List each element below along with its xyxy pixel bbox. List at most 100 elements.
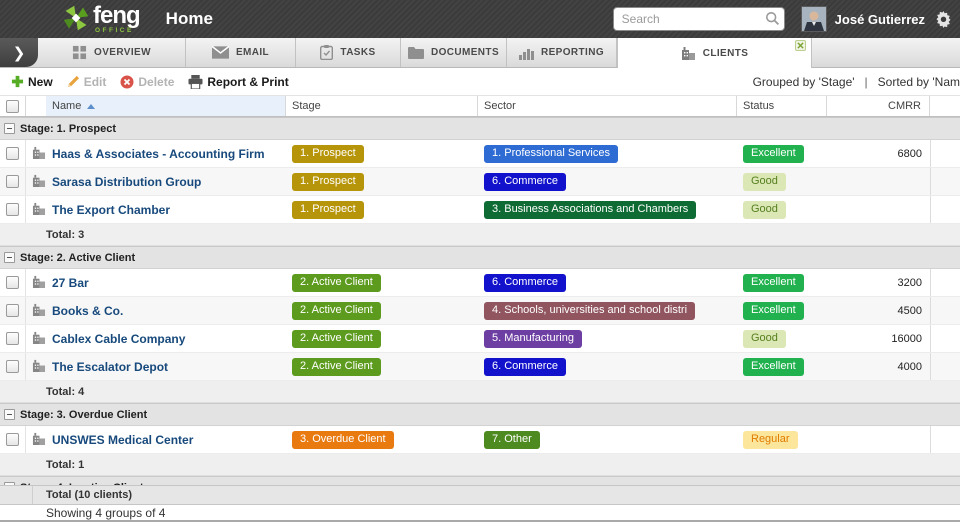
group-header[interactable]: Stage: 1. Prospect — [0, 117, 960, 140]
client-name-link[interactable]: Cablex Cable Company — [52, 332, 185, 346]
select-all-checkbox[interactable] — [6, 100, 19, 113]
sector-badge: 3. Business Associations and Chambers — [484, 201, 696, 219]
cmrr-cell: 3200 — [827, 269, 930, 296]
collapse-group-icon[interactable] — [4, 409, 15, 420]
edit-button[interactable]: Edit — [60, 75, 114, 89]
delete-button[interactable]: Delete — [113, 75, 181, 89]
stage-cell: 3. Overdue Client — [286, 426, 478, 453]
footer-total-label: Total (10 clients) — [33, 489, 132, 501]
company-icon-cell — [26, 196, 46, 223]
client-name-link[interactable]: UNSWES Medical Center — [52, 433, 193, 447]
client-name-link[interactable]: Sarasa Distribution Group — [52, 175, 201, 189]
column-header-sector[interactable]: Sector — [478, 96, 737, 116]
feng-office-logo[interactable]: feng OFFICE — [62, 4, 140, 35]
client-name-link[interactable]: The Escalator Depot — [52, 360, 168, 374]
table-row[interactable]: The Export Chamber 1. Prospect 3. Business… — [0, 196, 960, 224]
table-row[interactable]: Books & Co. 2. Active Client 4. Schools, u… — [0, 297, 960, 325]
company-icon-cell — [26, 325, 46, 352]
tab-tasks[interactable]: TASKS — [296, 38, 401, 67]
sorted-by-text[interactable]: Sorted by 'Nam — [878, 75, 960, 89]
row-checkbox[interactable] — [6, 360, 19, 373]
client-name-link[interactable]: The Export Chamber — [52, 203, 170, 217]
status-cell: Excellent — [737, 140, 827, 167]
stage-badge: 2. Active Client — [292, 302, 381, 320]
table-row[interactable]: Cablex Cable Company2. Active Client5. M… — [0, 325, 960, 353]
row-checkbox[interactable] — [6, 175, 19, 188]
group-header[interactable]: Stage: 4. Inactive Client — [0, 476, 960, 485]
row-checkbox[interactable] — [6, 276, 19, 289]
sector-badge: 1. Professional Services — [484, 145, 618, 163]
tab-label: TASKS — [340, 47, 375, 58]
tab-reporting[interactable]: REPORTING — [507, 38, 617, 67]
column-header-stage[interactable]: Stage — [286, 96, 478, 116]
row-checkbox[interactable] — [6, 332, 19, 345]
company-icon-cell — [26, 168, 46, 195]
collapse-group-icon[interactable] — [4, 482, 15, 485]
grouped-by-text[interactable]: Grouped by 'Stage' — [753, 75, 855, 89]
footer-status-label: Showing 4 groups of 4 — [0, 506, 165, 520]
tab-overview[interactable]: OVERVIEW — [38, 38, 186, 67]
row-checkbox[interactable] — [6, 433, 19, 446]
group-header[interactable]: Stage: 2. Active Client — [0, 246, 960, 269]
company-icon-cell — [26, 269, 46, 296]
client-name-link[interactable]: Haas & Associates - Accounting Firm — [52, 147, 265, 161]
cmrr-cell — [827, 168, 930, 195]
search-icon[interactable] — [765, 11, 780, 26]
user-name[interactable]: José Gutierrez — [835, 12, 925, 27]
column-header-cmrr[interactable]: CMRR — [827, 96, 930, 116]
sector-cell: 4. Schools, universities and school dist… — [478, 297, 737, 324]
partial-group-header-clipped: Stage: 4. Inactive Client — [0, 476, 960, 485]
table-row[interactable]: Sarasa Distribution Group1. Prospect6. C… — [0, 168, 960, 196]
toolbar: New Edit Delete Report & Print Grouped b… — [0, 68, 960, 96]
new-button[interactable]: New — [4, 75, 60, 89]
tab-documents[interactable]: DOCUMENTS — [401, 38, 507, 67]
gear-icon[interactable] — [935, 11, 952, 28]
grid-body: Stage: 1. Prospect Haas & Associates - Ac… — [0, 117, 960, 476]
group-header-label: Stage: 1. Prospect — [20, 123, 116, 135]
group-total-row: Total: 1 — [0, 454, 960, 476]
row-checkbox[interactable] — [6, 304, 19, 317]
client-name-link[interactable]: 27 Bar — [52, 276, 89, 290]
column-label: Name — [52, 100, 81, 112]
stage-cell: 1. Prospect — [286, 140, 478, 167]
collapse-group-icon[interactable] — [4, 252, 15, 263]
column-header-name[interactable]: Name — [46, 96, 286, 116]
status-badge: Good — [743, 201, 786, 219]
row-checkbox-cell — [0, 140, 26, 167]
printer-icon — [188, 75, 203, 89]
sector-badge: 6. Commerce — [484, 274, 566, 292]
sidebar-collapse-button[interactable]: ❯ — [0, 38, 38, 67]
table-row[interactable]: Haas & Associates - Accounting Firm 1. Pr… — [0, 140, 960, 168]
row-checkbox[interactable] — [6, 203, 19, 216]
stage-badge: 2. Active Client — [292, 358, 381, 376]
status-cell: Good — [737, 196, 827, 223]
status-cell: Excellent — [737, 297, 827, 324]
tab-email[interactable]: EMAIL — [186, 38, 296, 67]
tab-close-icon[interactable] — [795, 40, 806, 51]
grid-footer-status: Showing 4 groups of 4 — [0, 505, 960, 520]
group-header-label: Stage: 3. Overdue Client — [20, 409, 147, 421]
collapse-group-icon[interactable] — [4, 123, 15, 134]
column-gutter — [930, 96, 960, 116]
stage-badge: 1. Prospect — [292, 173, 364, 191]
row-checkbox[interactable] — [6, 147, 19, 160]
status-cell: Excellent — [737, 353, 827, 380]
group-header[interactable]: Stage: 3. Overdue Client — [0, 403, 960, 426]
table-row[interactable]: The Escalator Depot2. Active Client6. Co… — [0, 353, 960, 381]
column-header-status[interactable]: Status — [737, 96, 827, 116]
table-row[interactable]: 27 Bar2. Active Client6. CommerceExcelle… — [0, 269, 960, 297]
plus-icon — [11, 75, 24, 88]
app-window: feng OFFICE Home José Guti — [0, 0, 960, 522]
stage-cell: 2. Active Client — [286, 325, 478, 352]
status-badge: Excellent — [743, 145, 804, 163]
name-cell: Haas & Associates - Accounting Firm — [46, 140, 286, 167]
report-print-button[interactable]: Report & Print — [181, 75, 295, 89]
tab-label: REPORTING — [541, 47, 604, 58]
table-row[interactable]: UNSWES Medical Center3. Overdue Client7.… — [0, 426, 960, 454]
avatar[interactable] — [801, 6, 827, 32]
stage-cell: 1. Prospect — [286, 196, 478, 223]
search-input[interactable] — [613, 7, 785, 31]
tab-clients[interactable]: CLIENTS — [617, 38, 812, 68]
building-icon — [32, 275, 46, 291]
client-name-link[interactable]: Books & Co. — [52, 304, 123, 318]
